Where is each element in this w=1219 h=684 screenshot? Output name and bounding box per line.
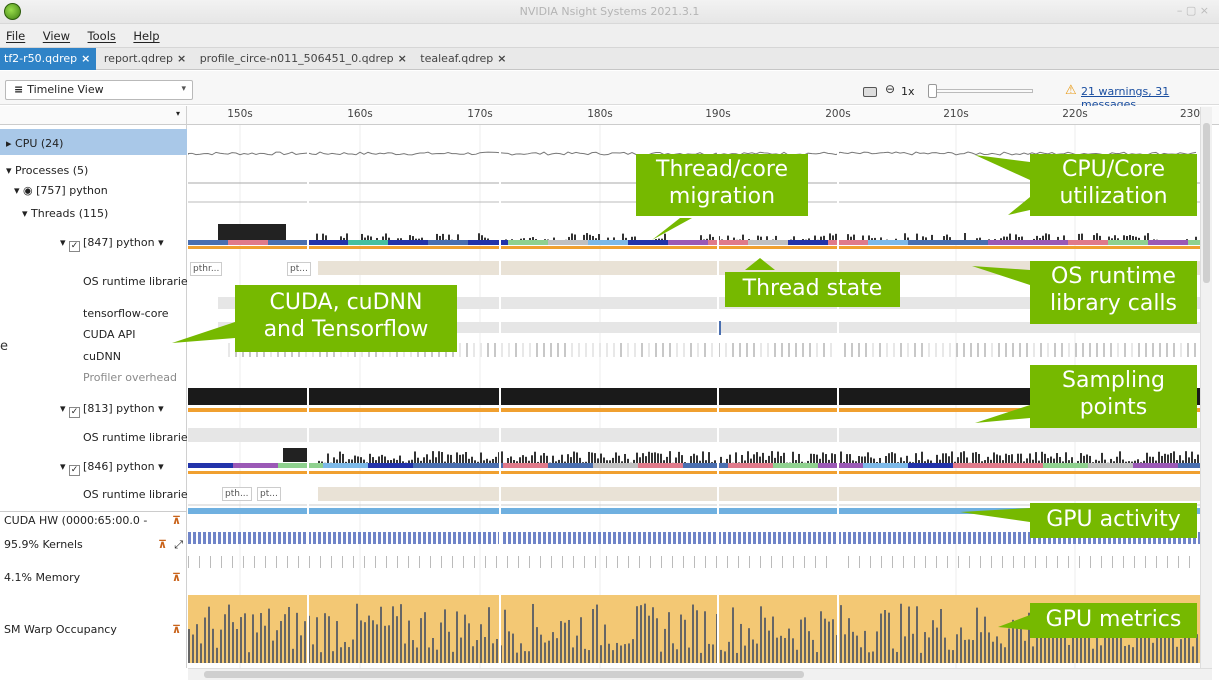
callout-line: CUDA, cuDNN [269,290,423,315]
callout-line: utilization [1059,183,1168,209]
callout-line: CPU/Core [1061,157,1166,182]
pointer-cuda [172,322,235,343]
pointer-gpu-metrics [998,615,1030,630]
callout-os-runtime-calls: OS runtime library calls [1030,261,1197,324]
callout-cuda-cudnn-tensorflow: CUDA, cuDNN and Tensorflow [235,285,457,352]
callout-sampling-points: Sampling points [1030,365,1197,428]
callout-line: Thread state [742,276,883,301]
callout-pointers [172,155,1030,630]
pointer-thread-state [745,258,775,270]
callout-line: GPU activity [1046,507,1181,532]
callout-line: Sampling [1062,368,1165,393]
pointer-os-runtime [972,266,1030,285]
callout-thread-core-migration: Thread/core migration [636,154,808,216]
callout-line: GPU metrics [1045,607,1182,632]
pointer-cpu2 [1008,197,1030,215]
callout-thread-state: Thread state [725,272,900,307]
pointer-migration [652,218,692,240]
callout-line: points [1079,394,1148,420]
callout-gpu-metrics: GPU metrics [1030,603,1197,638]
pointer-sampling [975,405,1030,423]
pointer-cpu [975,155,1030,180]
callout-line: migration [668,183,776,209]
callout-cpu-core-utilization: CPU/Core utilization [1030,154,1197,216]
callout-gpu-activity: GPU activity [1030,503,1197,538]
pointer-gpu-activity [960,508,1030,522]
callout-line: and Tensorflow [263,316,429,342]
callout-line: Thread/core [656,157,788,182]
callout-line: library calls [1049,290,1178,316]
callout-line: OS runtime [1051,264,1176,289]
